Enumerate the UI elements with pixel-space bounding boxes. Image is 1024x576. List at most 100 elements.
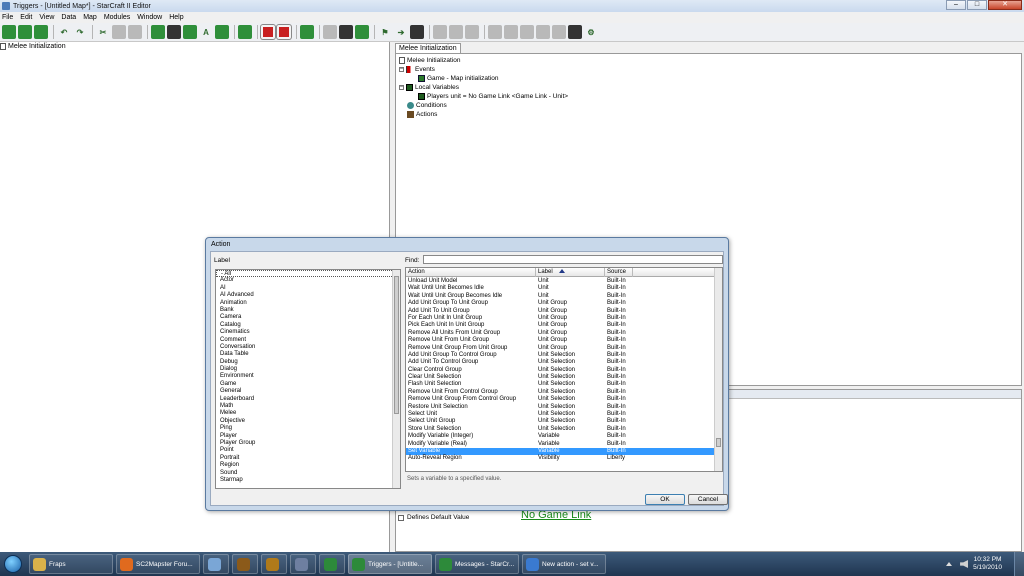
undo-icon[interactable]: ↶ (57, 25, 71, 39)
new-folder-icon[interactable] (323, 25, 337, 39)
toggle-enabled-icon[interactable] (488, 25, 502, 39)
action-row[interactable]: Unload Unit Model Unit Built-In (406, 278, 716, 285)
taskbar-item[interactable]: New action - set v... (522, 554, 606, 574)
tree-item[interactable]: Melee Initialization (0, 42, 389, 51)
trigger-root-item[interactable]: Melee Initialization (399, 56, 460, 64)
category-item[interactable]: Sound (216, 470, 400, 477)
column-source[interactable]: Source (605, 268, 633, 277)
menu-data[interactable]: Data (61, 14, 76, 21)
category-item[interactable]: AI Advanced (216, 292, 400, 299)
taskbar-item[interactable]: SC2Mapster Foru... (116, 554, 200, 574)
menu-modules[interactable]: Modules (104, 14, 130, 21)
gray-tool-icon[interactable] (552, 25, 566, 39)
find-input[interactable] (423, 255, 723, 264)
category-item[interactable]: Camera (216, 314, 400, 321)
category-item[interactable]: Debug (216, 359, 400, 366)
events-node[interactable]: – Events (399, 65, 435, 73)
action-row[interactable]: Remove All Units From Unit Group Unit Gro… (406, 330, 716, 337)
category-item[interactable]: General (216, 388, 400, 395)
cancel-button[interactable]: Cancel (688, 494, 728, 505)
category-item[interactable]: Catalog (216, 322, 400, 329)
category-list[interactable]: - All Actor AI AI Advanced Animation Bank Came… (215, 269, 401, 489)
action-row[interactable]: Clear Unit Selection Unit Selection Built-… (406, 374, 716, 381)
cut-icon[interactable]: ✂ (96, 25, 110, 39)
new-trigger-icon[interactable] (2, 25, 16, 39)
menu-window[interactable]: Window (137, 14, 162, 21)
taskbar-item[interactable]: Fraps (29, 554, 113, 574)
category-item[interactable]: Point (216, 447, 400, 454)
taskbar-item[interactable] (232, 554, 258, 574)
menu-edit[interactable]: Edit (20, 14, 32, 21)
category-item[interactable]: Actor (216, 277, 400, 284)
terrain-icon[interactable] (151, 25, 165, 39)
conditions-node[interactable]: Conditions (407, 101, 447, 109)
clock[interactable]: 10:32 PM 5/19/2010 (973, 556, 1002, 572)
open-icon[interactable] (18, 25, 32, 39)
new-parameter-icon[interactable] (449, 25, 463, 39)
category-item[interactable]: Player (216, 433, 400, 440)
category-item[interactable]: - All (216, 270, 400, 278)
action-row[interactable]: Modify Variable (Real) Variable Built-In (406, 441, 716, 448)
start-button[interactable] (0, 552, 26, 576)
taskbar-item[interactable]: Triggers - [Untitle... (348, 554, 432, 574)
action-row[interactable]: For Each Unit In Unit Group Unit Group Bui… (406, 315, 716, 322)
local-variables-node[interactable]: – Local Variables (399, 83, 459, 91)
action-row[interactable]: Add Unit To Control Group Unit Selection B… (406, 359, 716, 366)
category-item[interactable]: Ping (216, 425, 400, 432)
new-action-definition-icon[interactable] (355, 25, 369, 39)
action-scrollbar[interactable] (714, 268, 722, 471)
new-library-icon[interactable] (300, 25, 314, 39)
category-item[interactable]: Dialog (216, 366, 400, 373)
data-icon[interactable] (183, 25, 197, 39)
close-button[interactable]: ✕ (988, 0, 1022, 10)
taskbar-item[interactable] (261, 554, 287, 574)
category-item[interactable]: Cinematics (216, 329, 400, 336)
category-item[interactable]: Leaderboard (216, 396, 400, 403)
action-row[interactable]: Add Unit Group To Control Group Unit Sele… (406, 352, 716, 359)
action-row[interactable]: Restore Unit Selection Unit Selection Buil… (406, 404, 716, 411)
action-list[interactable]: Action Label Source Unload Unit Model Uni… (405, 267, 723, 472)
action-row[interactable]: Modify Variable (Integer) Variable Built-I… (406, 433, 716, 440)
new-comment-icon[interactable] (465, 25, 479, 39)
action-row[interactable]: Wait Until Unit Becomes Idle Unit Built-In (406, 285, 716, 292)
new-trigger-list-icon[interactable] (339, 25, 353, 39)
category-item[interactable]: Objective (216, 418, 400, 425)
actions-node[interactable]: Actions (407, 110, 437, 118)
text-icon[interactable]: A (199, 25, 213, 39)
category-item[interactable]: Environment (216, 373, 400, 380)
triggers-icon[interactable] (167, 25, 181, 39)
paste-icon[interactable] (128, 25, 142, 39)
volume-icon[interactable] (960, 560, 969, 568)
category-item[interactable]: Region (216, 462, 400, 469)
minimize-button[interactable]: – (946, 0, 966, 10)
taskbar-item[interactable]: Messages - StarCr... (435, 554, 519, 574)
category-item[interactable]: Math (216, 403, 400, 410)
toggle-initially-on-icon[interactable] (504, 25, 518, 39)
tab-melee-initialization[interactable]: Melee Initialization (395, 43, 461, 53)
copy-icon[interactable] (112, 25, 126, 39)
action-row[interactable]: Flash Unit Selection Unit Selection Built-… (406, 381, 716, 388)
collapse-icon[interactable]: – (399, 84, 404, 90)
menu-file[interactable]: File (2, 14, 13, 21)
new-condition-icon[interactable]: ➔ (394, 25, 408, 39)
run-immediately-icon[interactable] (520, 25, 534, 39)
defines-default-value[interactable]: Defines Default Value (398, 514, 469, 521)
save-icon[interactable] (34, 25, 48, 39)
taskbar-item[interactable] (203, 554, 229, 574)
action-row[interactable]: Select Unit Unit Selection Built-In (406, 411, 716, 418)
action-row[interactable]: Remove Unit From Unit Group Unit Group Bui… (406, 337, 716, 344)
taskbar-item[interactable] (319, 554, 345, 574)
action-row[interactable]: Remove Unit From Control Group Unit Selec… (406, 389, 716, 396)
action-row[interactable]: Auto-Reveal Region Visibility Liberty (406, 455, 716, 462)
category-item[interactable]: Bank (216, 307, 400, 314)
action-row[interactable]: Add Unit Group To Unit Group Unit Group Bu… (406, 300, 716, 307)
action-row[interactable]: Remove Unit Group From Unit Group Unit Gr… (406, 345, 716, 352)
maximize-button[interactable]: □ (967, 0, 987, 10)
tree-view-icon[interactable]: ⚙ (584, 25, 598, 39)
category-item[interactable]: Comment (216, 337, 400, 344)
category-item[interactable]: Conversation (216, 344, 400, 351)
scroll-thumb[interactable] (716, 438, 721, 447)
new-action-icon[interactable] (410, 25, 424, 39)
action-row[interactable]: Remove Unit Group From Control Group Unit… (406, 396, 716, 403)
collapse-icon[interactable]: – (399, 66, 404, 72)
